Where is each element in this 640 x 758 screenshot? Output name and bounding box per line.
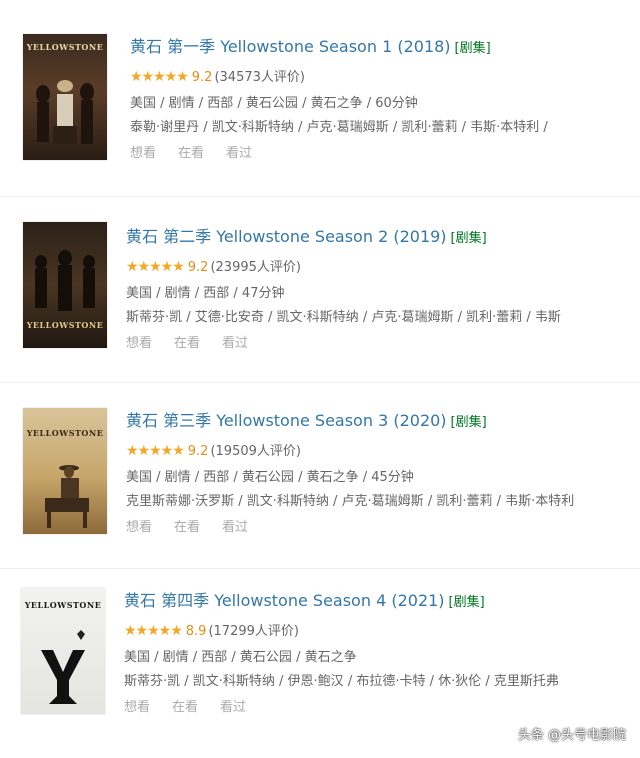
cast-row: 斯蒂芬·凯 / 凯文·科斯特纳 / 伊恩·鲍汉 / 布拉德·卡特 / 休·狄伦 … <box>124 674 559 689</box>
poster-figures-image <box>36 80 94 144</box>
title-year[interactable]: (2020) <box>393 411 446 430</box>
meta-row: 美国 / 剧情 / 西部 / 黄石公园 / 黄石之争 <box>124 650 357 665</box>
playable-badge[interactable]: [剧集] <box>451 231 487 246</box>
rating-stars-icon: ★★★★★ <box>130 69 189 85</box>
title-en[interactable]: Yellowstone Season 2 <box>216 227 388 246</box>
entry-season-2: YELLOWSTONE 黄石 第二季 Yellowstone Season 2 … <box>0 190 640 366</box>
rating-score: 9.2 <box>187 444 209 459</box>
meta-row: 美国 / 剧情 / 西部 / 黄石公园 / 黄石之争 / 45分钟 <box>126 470 414 485</box>
rating-row: ★★★★★ 9.2 (19509人评价) <box>126 442 574 461</box>
cast-row: 泰勒·谢里丹 / 凯文·科斯特纳 / 卢克·葛瑞姆斯 / 凯利·蕾莉 / 韦斯·… <box>130 120 548 135</box>
rating-row: ★★★★★ 8.9 (17299人评价) <box>124 622 559 641</box>
entry-info: 黄石 第二季 Yellowstone Season 2 (2019) [剧集] ★… <box>126 226 561 353</box>
want-to-watch-button[interactable]: 想看 <box>126 336 152 351</box>
entry-season-1: YELLOWSTONE 黄石 第一季 Yellowstone Season 1 … <box>0 0 640 176</box>
watched-button[interactable]: 看过 <box>222 336 248 351</box>
title-en[interactable]: Yellowstone Season 1 <box>220 37 392 56</box>
title-en[interactable]: Yellowstone Season 3 <box>216 411 388 430</box>
title-year[interactable]: (2019) <box>393 227 446 246</box>
rating-stars-icon: ★★★★★ <box>126 443 185 459</box>
title-row: 黄石 第三季 Yellowstone Season 3 (2020) [剧集] <box>126 410 574 434</box>
watching-button[interactable]: 在看 <box>178 146 204 161</box>
poster-season-3[interactable]: YELLOWSTONE <box>23 408 107 534</box>
title-cn[interactable]: 黄石 第一季 <box>130 37 215 56</box>
action-row: 想看 在看 看过 <box>130 145 548 163</box>
watching-button[interactable]: 在看 <box>174 336 200 351</box>
rating-votes[interactable]: (19509人评价) <box>210 444 301 459</box>
title-year[interactable]: (2021) <box>391 591 444 610</box>
title-link[interactable]: 黄石 第三季 Yellowstone Season 3 (2020) <box>126 411 447 430</box>
watching-button[interactable]: 在看 <box>172 700 198 715</box>
entry-info: 黄石 第三季 Yellowstone Season 3 (2020) [剧集] ★… <box>126 410 574 537</box>
cast-row: 克里斯蒂娜·沃罗斯 / 凯文·科斯特纳 / 卢克·葛瑞姆斯 / 凯利·蕾莉 / … <box>126 494 575 509</box>
rating-stars-icon: ★★★★★ <box>124 623 183 639</box>
action-row: 想看 在看 看过 <box>126 519 574 537</box>
rating-votes[interactable]: (34573人评价) <box>214 70 305 85</box>
title-cn[interactable]: 黄石 第四季 <box>124 591 209 610</box>
meta-row: 美国 / 剧情 / 西部 / 黄石公园 / 黄石之争 / 60分钟 <box>130 96 418 111</box>
title-link[interactable]: 黄石 第一季 Yellowstone Season 1 (2018) <box>130 37 451 56</box>
title-row: 黄石 第二季 Yellowstone Season 2 (2019) [剧集] <box>126 226 561 250</box>
title-link[interactable]: 黄石 第二季 Yellowstone Season 2 (2019) <box>126 227 447 246</box>
watched-button[interactable]: 看过 <box>226 146 252 161</box>
rating-stars-icon: ★★★★★ <box>126 259 185 275</box>
watching-button[interactable]: 在看 <box>174 520 200 535</box>
want-to-watch-button[interactable]: 想看 <box>126 520 152 535</box>
poster-season-1[interactable]: YELLOWSTONE <box>23 34 107 160</box>
rating-votes[interactable]: (23995人评价) <box>210 260 301 275</box>
action-row: 想看 在看 看过 <box>124 699 559 717</box>
poster-season-4[interactable]: YELLOWSTONE <box>21 588 105 714</box>
entry-season-4: YELLOWSTONE 黄石 第四季 Yellowstone Season 4 … <box>0 554 640 730</box>
meta-row: 美国 / 剧情 / 西部 / 47分钟 <box>126 286 285 301</box>
title-link[interactable]: 黄石 第四季 Yellowstone Season 4 (2021) <box>124 591 445 610</box>
rating-row: ★★★★★ 9.2 (34573人评价) <box>130 68 548 87</box>
entry-info: 黄石 第四季 Yellowstone Season 4 (2021) [剧集] ★… <box>124 590 559 717</box>
watched-button[interactable]: 看过 <box>220 700 246 715</box>
rating-votes[interactable]: (17299人评价) <box>208 624 299 639</box>
title-year[interactable]: (2018) <box>397 37 450 56</box>
entry-info: 黄石 第一季 Yellowstone Season 1 (2018) [剧集] ★… <box>130 36 548 163</box>
watermark: 头条 @头号电影院 <box>517 728 626 743</box>
entry-season-3: YELLOWSTONE 黄石 第三季 Yellowstone Season 3 … <box>0 374 640 550</box>
playable-badge[interactable]: [剧集] <box>449 595 485 610</box>
playable-badge[interactable]: [剧集] <box>451 415 487 430</box>
watched-button[interactable]: 看过 <box>222 520 248 535</box>
rating-score: 9.2 <box>191 70 213 85</box>
title-en[interactable]: Yellowstone Season 4 <box>214 591 386 610</box>
poster-season-2[interactable]: YELLOWSTONE <box>23 222 107 348</box>
want-to-watch-button[interactable]: 想看 <box>124 700 150 715</box>
rating-score: 9.2 <box>187 260 209 275</box>
title-cn[interactable]: 黄石 第三季 <box>126 411 211 430</box>
playable-badge[interactable]: [剧集] <box>455 41 491 56</box>
rating-row: ★★★★★ 9.2 (23995人评价) <box>126 258 561 277</box>
poster-title: YELLOWSTONE <box>26 320 104 330</box>
title-cn[interactable]: 黄石 第二季 <box>126 227 211 246</box>
want-to-watch-button[interactable]: 想看 <box>130 146 156 161</box>
title-row: 黄石 第一季 Yellowstone Season 1 (2018) [剧集] <box>130 36 548 60</box>
poster-rider-image <box>45 465 89 528</box>
rating-score: 8.9 <box>185 624 207 639</box>
title-row: 黄石 第四季 Yellowstone Season 4 (2021) [剧集] <box>124 590 559 614</box>
cast-row: 斯蒂芬·凯 / 艾德·比安奇 / 凯文·科斯特纳 / 卢克·葛瑞姆斯 / 凯利·… <box>126 310 561 325</box>
action-row: 想看 在看 看过 <box>126 335 561 353</box>
poster-brand-y-icon <box>41 630 85 704</box>
